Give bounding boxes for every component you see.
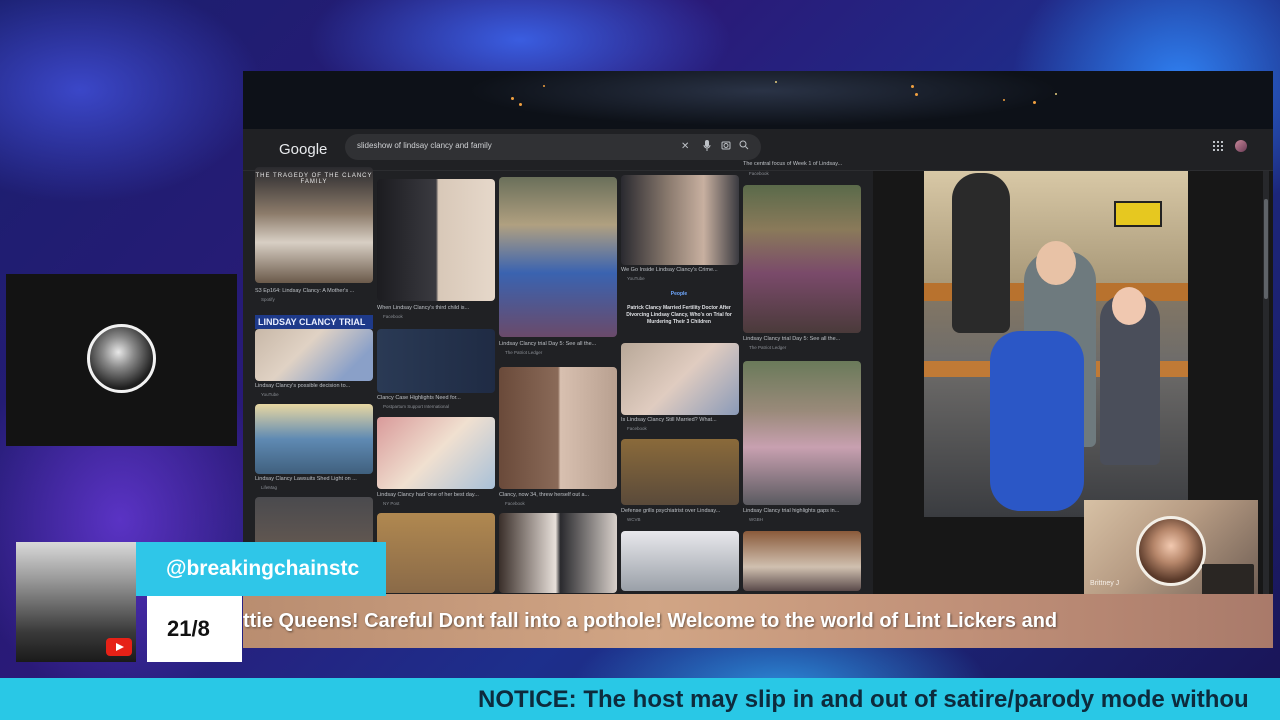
account-avatar-icon[interactable]: [1235, 140, 1247, 152]
host-avatar: [87, 324, 156, 393]
result-image[interactable]: [377, 179, 495, 301]
result-caption[interactable]: S3 Ep164: Lindsay Clancy: A Mother's ...: [255, 288, 373, 295]
result-source: NY Post: [383, 501, 400, 506]
lens-icon[interactable]: [721, 140, 731, 155]
result-source: The Patriot Ledger: [749, 345, 787, 350]
guest-webcam-tile: Brittney J: [1084, 500, 1258, 598]
result-image[interactable]: [499, 513, 617, 593]
youtube-icon: [106, 638, 132, 656]
counter-box: 21/8: [147, 596, 242, 662]
host-photo: [16, 542, 136, 662]
guest-name: Brittney J: [1090, 580, 1120, 587]
result-image[interactable]: [377, 513, 495, 593]
search-input[interactable]: slideshow of lindsay clancy and family ✕: [345, 134, 761, 160]
result-headline[interactable]: Patrick Clancy Married Fertility Doctor …: [623, 305, 735, 326]
result-image[interactable]: [621, 531, 739, 591]
result-caption[interactable]: Lindsay Clancy's possible decision to...: [255, 383, 373, 390]
notice-text: NOTICE: The host may slip in and out of …: [478, 686, 1249, 713]
preview-image[interactable]: [924, 171, 1188, 517]
counter-value: 21/8: [167, 616, 210, 641]
result-image[interactable]: [499, 177, 617, 337]
result-source: Spotify: [261, 297, 275, 302]
result-image[interactable]: [743, 531, 861, 591]
search-query[interactable]: slideshow of lindsay clancy and family: [357, 141, 492, 150]
close-icon[interactable]: ✕: [681, 140, 689, 154]
result-source: Postpartum Support International: [383, 404, 450, 409]
channel-handle: @breakingchainstc: [166, 557, 360, 580]
result-image[interactable]: [621, 175, 739, 265]
result-source: Facebook: [749, 171, 769, 176]
result-image[interactable]: [621, 439, 739, 505]
result-image[interactable]: [377, 329, 495, 393]
guest-avatar: [1136, 516, 1206, 586]
result-caption[interactable]: Lindsay Clancy Lawsuits Shed Light on ..…: [255, 476, 373, 483]
space-banner: [243, 71, 1273, 131]
result-caption[interactable]: Is Lindsay Clancy Still Married? What...: [621, 417, 739, 424]
result-source: YouTube: [627, 276, 645, 281]
search-icon[interactable]: [739, 140, 749, 155]
result-image[interactable]: [377, 417, 495, 489]
apps-grid-icon[interactable]: [1213, 141, 1223, 154]
host-webcam-tile: [6, 274, 237, 446]
result-image[interactable]: [743, 361, 861, 505]
notice-bar: NOTICE: The host may slip in and out of …: [0, 678, 1280, 720]
result-source: Facebook: [505, 501, 525, 506]
result-image[interactable]: [255, 404, 373, 474]
results-scrollbar[interactable]: [1263, 171, 1269, 648]
result-source: The Patriot Ledger: [505, 350, 543, 355]
result-title: THE TRAGEDY OF THE CLANCY FAMILY: [255, 173, 373, 185]
result-source: WGBH: [749, 517, 763, 522]
result-source: Facebook: [627, 426, 647, 431]
result-caption[interactable]: Lindsay Clancy trial highlights gaps in.…: [743, 508, 861, 515]
result-image[interactable]: [255, 329, 373, 381]
result-image[interactable]: [499, 367, 617, 489]
result-source: Facebook: [383, 314, 403, 319]
result-caption[interactable]: The central focus of Week 1 of Lindsay..…: [743, 161, 861, 168]
result-caption[interactable]: Clancy, now 34, threw herself out a...: [499, 492, 617, 499]
result-caption[interactable]: We Go Inside Lindsay Clancy's Crime...: [621, 267, 739, 274]
ticker-text: ttie Queens! Careful Dont fall into a po…: [243, 610, 1058, 632]
result-source: WCVB: [627, 517, 641, 522]
result-source: YouTube: [261, 392, 279, 397]
result-caption[interactable]: When Lindsay Clancy's third child is...: [377, 305, 495, 312]
result-caption[interactable]: Clancy Case Highlights Need for...: [377, 395, 495, 402]
mic-icon[interactable]: [703, 140, 711, 156]
result-caption[interactable]: Lindsay Clancy trial Day 5: See all the.…: [743, 336, 861, 343]
scrollbar-thumb[interactable]: [1264, 199, 1268, 299]
result-source: LifeMag: [261, 485, 278, 490]
result-caption[interactable]: Defense grills psychiatrist over Lindsay…: [621, 508, 739, 515]
guest-logo: [1202, 564, 1254, 596]
result-image[interactable]: [743, 185, 861, 333]
scrolling-ticker: ttie Queens! Careful Dont fall into a po…: [243, 594, 1273, 648]
result-caption[interactable]: Lindsay Clancy had 'one of her best day.…: [377, 492, 495, 499]
result-title: LINDSAY CLANCY TRIAL: [255, 315, 373, 329]
result-caption[interactable]: Lindsay Clancy trial Day 5: See all the.…: [499, 341, 617, 348]
result-source: People: [670, 291, 688, 297]
google-logo[interactable]: Google: [279, 141, 327, 158]
channel-handle-box: @breakingchainstc: [136, 542, 386, 596]
result-image[interactable]: [621, 343, 739, 415]
